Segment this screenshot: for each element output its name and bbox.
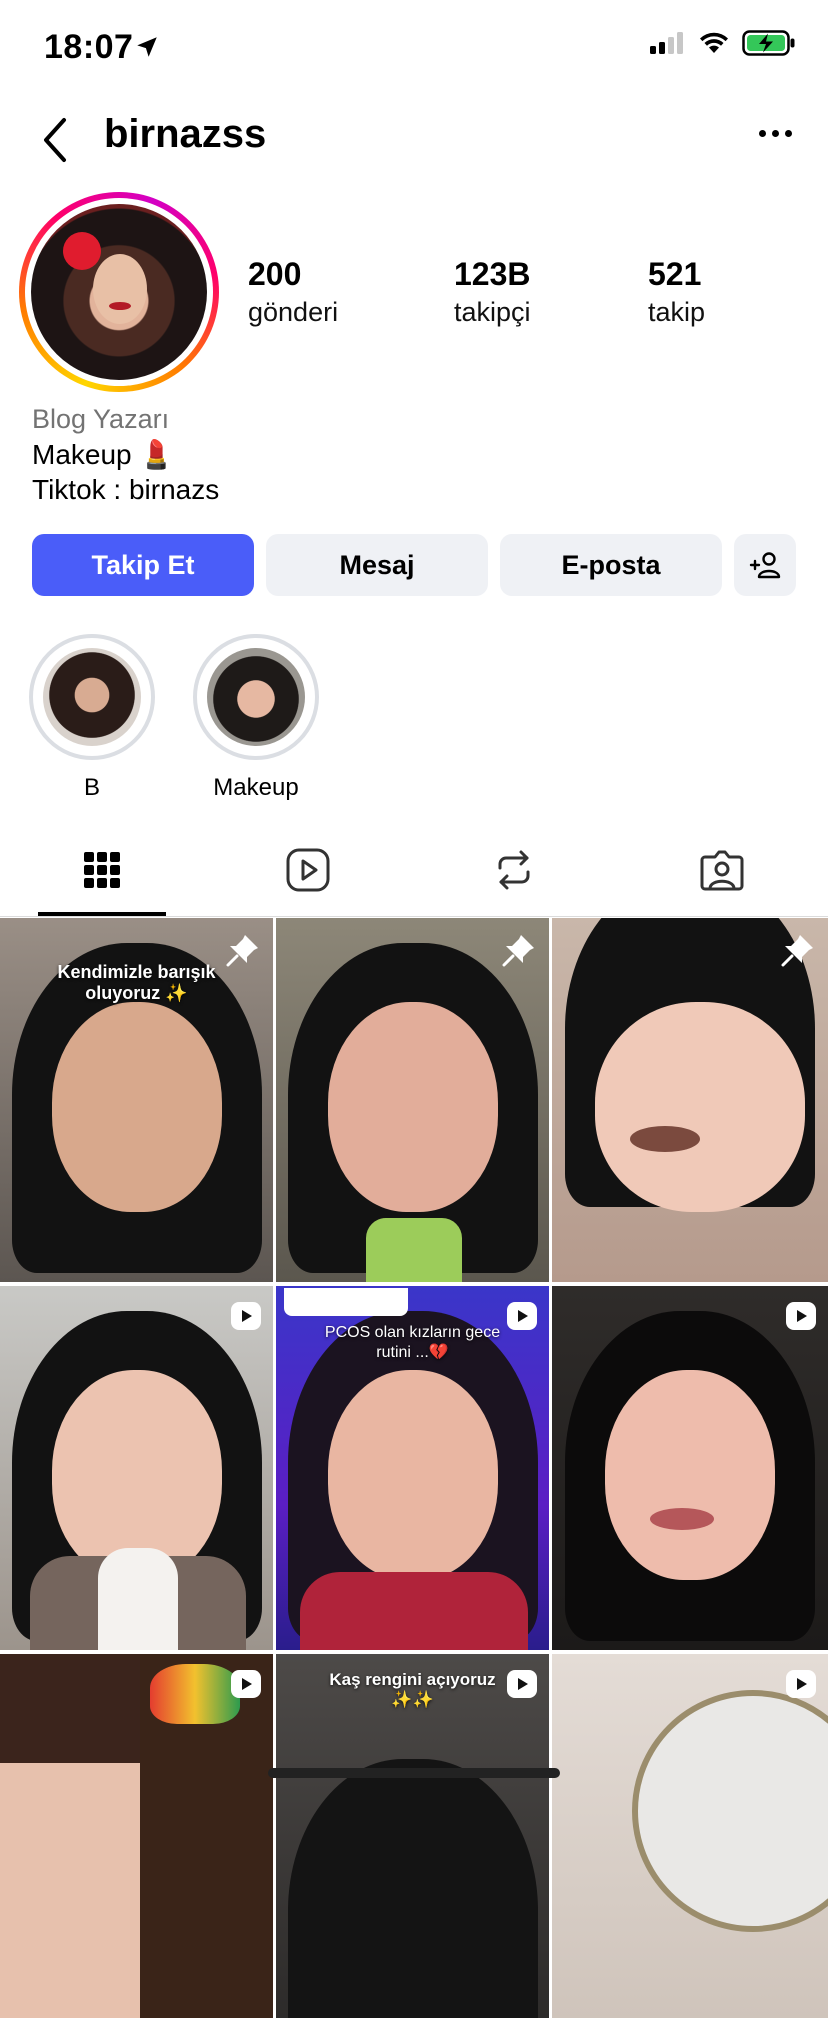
- stat-followers[interactable]: 123B takipçi: [454, 256, 531, 328]
- post-tile[interactable]: [552, 1286, 828, 1650]
- post-tile[interactable]: [0, 1286, 276, 1650]
- suggested-users-button[interactable]: [734, 534, 796, 596]
- highlight-label: Makeup: [213, 774, 299, 801]
- stat-posts-value: 200: [248, 256, 302, 292]
- tab-reels[interactable]: [282, 844, 334, 896]
- post-caption: PCOS olan kızların gece rutini ...💔: [324, 1324, 501, 1361]
- bio-category: Blog Yazarı: [32, 404, 170, 434]
- highlight-thumbnail: [43, 648, 141, 746]
- bio-line-1: Makeup 💄: [32, 439, 175, 470]
- highlight-thumbnail: [207, 648, 305, 746]
- stat-following-value: 521: [648, 256, 702, 292]
- post-tile[interactable]: [552, 918, 828, 1282]
- reel-icon: [231, 1302, 261, 1330]
- bio-line-2: Tiktok : birnazs: [32, 474, 220, 505]
- stat-following[interactable]: 521 takip: [648, 256, 705, 328]
- stat-followers-value: 123B: [454, 256, 531, 292]
- post-tile[interactable]: [552, 1654, 828, 2018]
- reel-icon: [507, 1302, 537, 1330]
- reel-icon: [786, 1302, 816, 1330]
- follow-button[interactable]: Takip Et: [32, 534, 254, 596]
- pin-icon: [780, 932, 816, 973]
- message-button[interactable]: Mesaj: [266, 534, 488, 596]
- profile-username: birnazss: [104, 112, 267, 156]
- back-button[interactable]: [38, 116, 70, 169]
- highlight-makeup[interactable]: Makeup: [192, 634, 320, 802]
- highlight-b[interactable]: B: [28, 634, 156, 802]
- post-tile[interactable]: [276, 918, 552, 1282]
- post-tile[interactable]: [0, 1654, 276, 2018]
- status-indicators: [650, 30, 796, 56]
- home-indicator: [268, 1768, 560, 1778]
- repost-icon: [498, 850, 530, 890]
- email-button[interactable]: E-posta: [500, 534, 722, 596]
- reel-icon: [231, 1670, 261, 1698]
- reels-icon: [286, 848, 330, 892]
- pin-icon: [225, 932, 261, 973]
- tab-posts-grid[interactable]: [76, 844, 128, 896]
- highlight-label: B: [83, 774, 100, 801]
- post-tile[interactable]: Kendimizle barışık oluyoruz ✨: [0, 918, 276, 1282]
- post-tile[interactable]: PCOS olan kızların gece rutini ...💔: [276, 1286, 552, 1650]
- signal-icon: [650, 32, 683, 54]
- tab-divider: [0, 916, 828, 917]
- battery-charging-icon: [742, 30, 795, 56]
- grid-icon: [84, 852, 120, 888]
- more-options-icon[interactable]: [759, 130, 792, 137]
- chevron-left-icon: [44, 118, 66, 162]
- location-arrow-icon: [134, 34, 160, 65]
- reel-icon: [507, 1670, 537, 1698]
- avatar-photo: [31, 204, 207, 380]
- profile-avatar[interactable]: [19, 192, 219, 392]
- posts-grid: Kendimizle barışık oluyoruz ✨ PCOS olan …: [0, 918, 828, 2018]
- wifi-icon: [700, 32, 728, 53]
- tab-reposts[interactable]: [488, 844, 540, 896]
- post-tile[interactable]: Kaş rengini açıyoruz ✨✨: [276, 1654, 552, 2018]
- stat-following-label: takip: [648, 297, 706, 327]
- reel-icon: [786, 1670, 816, 1698]
- stat-posts: 200 gönderi: [248, 256, 338, 328]
- pin-icon: [501, 932, 537, 973]
- add-user-icon: [749, 552, 781, 579]
- status-time: 18:07: [44, 28, 134, 66]
- tagged-person-icon: [700, 850, 744, 891]
- stat-followers-label: takipçi: [454, 297, 531, 327]
- stat-posts-label: gönderi: [248, 297, 339, 327]
- tab-tagged[interactable]: [696, 844, 748, 896]
